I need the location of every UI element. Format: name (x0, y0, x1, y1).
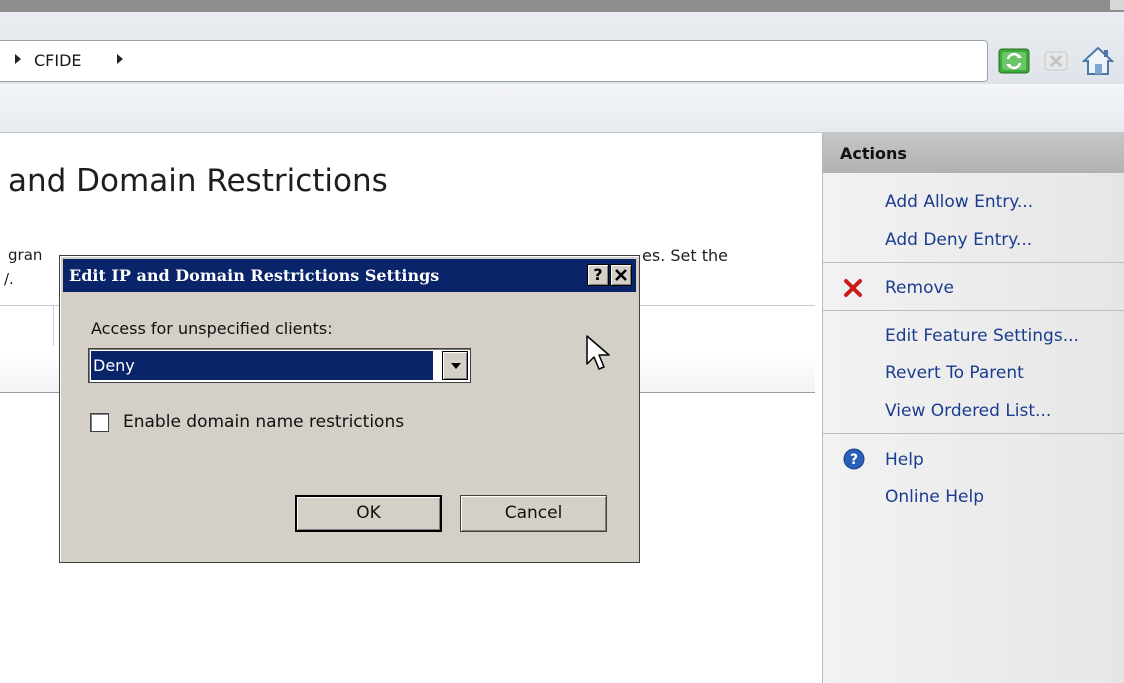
help-icon: ? (843, 448, 865, 470)
divider (823, 433, 1124, 434)
refresh-icon (998, 48, 1030, 74)
dialog-title: Edit IP and Domain Restrictions Settings (69, 266, 440, 285)
refresh-button[interactable] (998, 46, 1030, 76)
page-description-fragment: gran (8, 246, 43, 264)
toolbar-band (0, 84, 1124, 133)
stop-icon (1044, 51, 1068, 71)
home-button[interactable] (1081, 46, 1115, 76)
close-button[interactable] (610, 264, 632, 286)
actions-pane: Actions Add Allow Entry... Add Deny Entr… (815, 133, 1124, 683)
cancel-button[interactable]: Cancel (460, 495, 607, 532)
address-bar[interactable]: CFIDE (0, 40, 988, 82)
window-corner (1110, 0, 1124, 10)
chevron-down-icon (451, 363, 461, 369)
access-select-dropdown-button[interactable] (442, 351, 468, 380)
window-top-strip (0, 0, 1124, 12)
online-help-link[interactable]: Online Help (885, 487, 984, 507)
home-icon (1081, 46, 1115, 75)
red-x-icon (844, 279, 862, 297)
remove-link[interactable]: Remove (885, 278, 954, 298)
breadcrumb-arrow-icon[interactable] (117, 54, 123, 64)
help-button[interactable]: ? (587, 264, 609, 286)
add-allow-entry-link[interactable]: Add Allow Entry... (885, 192, 1033, 212)
edit-feature-settings-link[interactable]: Edit Feature Settings... (885, 326, 1079, 346)
access-select-value[interactable]: Deny (91, 351, 433, 380)
address-bar-area: CFIDE (0, 12, 1124, 84)
view-ordered-list-link[interactable]: View Ordered List... (885, 401, 1051, 421)
mouse-cursor-icon (586, 335, 610, 370)
page-title: and Domain Restrictions (8, 163, 388, 199)
ok-button[interactable]: OK (295, 495, 442, 532)
help-link[interactable]: Help (885, 450, 924, 470)
revert-to-parent-link[interactable]: Revert To Parent (885, 363, 1024, 383)
dialog-titlebar[interactable]: Edit IP and Domain Restrictions Settings… (63, 259, 636, 292)
breadcrumb-arrow-icon[interactable] (15, 54, 21, 64)
divider (823, 310, 1124, 311)
access-select[interactable]: Deny (88, 348, 471, 383)
close-icon (615, 269, 627, 281)
svg-text:?: ? (850, 452, 858, 468)
page-description-fragment: /. (4, 270, 14, 288)
edit-ip-domain-settings-dialog: Edit IP and Domain Restrictions Settings… (59, 255, 640, 563)
breadcrumb-cfide[interactable]: CFIDE (34, 51, 82, 70)
stop-button[interactable] (1040, 46, 1072, 76)
actions-title: Actions (823, 133, 1124, 173)
domain-restrictions-label[interactable]: Enable domain name restrictions (123, 412, 404, 432)
divider (823, 262, 1124, 263)
column-separator[interactable] (53, 306, 54, 346)
add-deny-entry-link[interactable]: Add Deny Entry... (885, 230, 1032, 250)
page-description-fragment: es. Set the (642, 246, 728, 265)
domain-restrictions-checkbox[interactable] (90, 413, 109, 432)
actions-panel: Actions Add Allow Entry... Add Deny Entr… (822, 133, 1124, 683)
access-label: Access for unspecified clients: (91, 319, 333, 338)
